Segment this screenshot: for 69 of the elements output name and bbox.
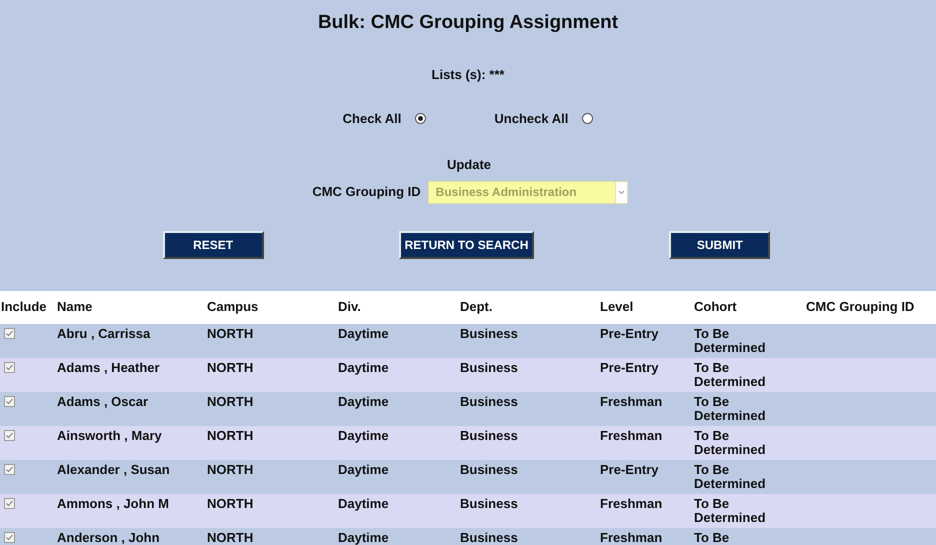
include-checkbox[interactable] bbox=[4, 396, 15, 406]
table-cell: Business bbox=[460, 496, 518, 510]
table-cell: Business bbox=[460, 428, 518, 442]
page-title: Bulk: CMC Grouping Assignment bbox=[318, 11, 618, 35]
table-cell: NORTH bbox=[207, 394, 254, 408]
table-cell: Business bbox=[460, 360, 518, 374]
column-header: Include bbox=[0, 300, 48, 314]
table-cell: Daytime bbox=[338, 462, 389, 476]
table-cell: Alexander , Susan bbox=[57, 462, 170, 476]
table-cell: NORTH bbox=[207, 428, 254, 442]
include-checkbox[interactable] bbox=[4, 328, 15, 338]
table-cell-text: To Be Determined bbox=[694, 360, 767, 388]
table-cell: Freshman bbox=[600, 394, 662, 408]
column-header: CMC Grouping ID bbox=[806, 300, 916, 314]
field-label: CMC Grouping ID bbox=[312, 183, 421, 202]
column-header: Level bbox=[600, 300, 634, 314]
table-cell-text: To Be Determined bbox=[694, 326, 767, 354]
table-cell: Daytime bbox=[338, 360, 389, 374]
radio-button[interactable] bbox=[582, 112, 594, 124]
table-cell: NORTH bbox=[207, 462, 254, 476]
table-cell: Freshman bbox=[600, 428, 662, 442]
update-heading: Update bbox=[446, 156, 492, 174]
include-checkbox[interactable] bbox=[4, 532, 15, 542]
include-checkbox[interactable] bbox=[4, 362, 15, 372]
table-cell: Daytime bbox=[338, 326, 389, 340]
chevron-down-icon bbox=[618, 190, 625, 194]
table-cell-text: To Be Determined bbox=[694, 496, 767, 524]
radio-label: Check All bbox=[342, 110, 402, 128]
include-checkbox[interactable] bbox=[4, 430, 15, 440]
table-cell: Business bbox=[460, 530, 518, 544]
column-header: Div. bbox=[338, 300, 362, 314]
table-cell: Business bbox=[460, 462, 518, 476]
table-cell: Business bbox=[460, 394, 518, 408]
table-cell: Adams , Oscar bbox=[57, 394, 148, 408]
lists-label: Lists (s): *** bbox=[432, 66, 504, 84]
table-cell: Adams , Heather bbox=[57, 360, 160, 374]
table-cell: Business bbox=[460, 326, 518, 340]
table-cell-text: To Be Determined bbox=[694, 394, 767, 422]
table-cell: Daytime bbox=[338, 428, 389, 442]
column-header: Campus bbox=[207, 300, 260, 314]
table-cell-text: To Be Determined bbox=[694, 428, 767, 456]
action-button[interactable]: SUBMIT bbox=[669, 230, 770, 258]
table-cell: Daytime bbox=[338, 394, 389, 408]
radio-button[interactable] bbox=[415, 112, 426, 124]
table-cell: Ammons , John M bbox=[57, 496, 169, 510]
table-cell: Anderson , John bbox=[57, 530, 160, 544]
table-cell: Pre-Entry bbox=[600, 326, 659, 340]
table-cell: NORTH bbox=[207, 360, 254, 374]
action-button[interactable]: RESET bbox=[162, 230, 264, 258]
table-cell: Pre-Entry bbox=[600, 360, 659, 374]
table-cell: NORTH bbox=[207, 530, 254, 544]
column-header: Name bbox=[57, 300, 94, 314]
table-cell: NORTH bbox=[207, 326, 254, 340]
table-cell-text: To Be bbox=[694, 530, 730, 544]
table-cell: Pre-Entry bbox=[600, 462, 659, 476]
include-checkbox[interactable] bbox=[4, 464, 15, 474]
radio-label: Uncheck All bbox=[494, 110, 568, 128]
table-cell: Ainsworth , Mary bbox=[57, 428, 162, 442]
table-cell: Abru , Carrissa bbox=[57, 326, 150, 340]
include-checkbox[interactable] bbox=[4, 498, 15, 508]
table-cell: Daytime bbox=[338, 496, 389, 510]
table-cell: NORTH bbox=[207, 496, 254, 510]
column-header: Dept. bbox=[460, 300, 494, 314]
table-cell: Daytime bbox=[338, 530, 389, 544]
table-cell: Freshman bbox=[600, 496, 662, 510]
action-button[interactable]: RETURN TO SEARCH bbox=[398, 230, 534, 258]
table-cell: Freshman bbox=[600, 530, 662, 544]
table-cell-text: To Be Determined bbox=[694, 462, 767, 490]
column-header: Cohort bbox=[694, 300, 738, 314]
